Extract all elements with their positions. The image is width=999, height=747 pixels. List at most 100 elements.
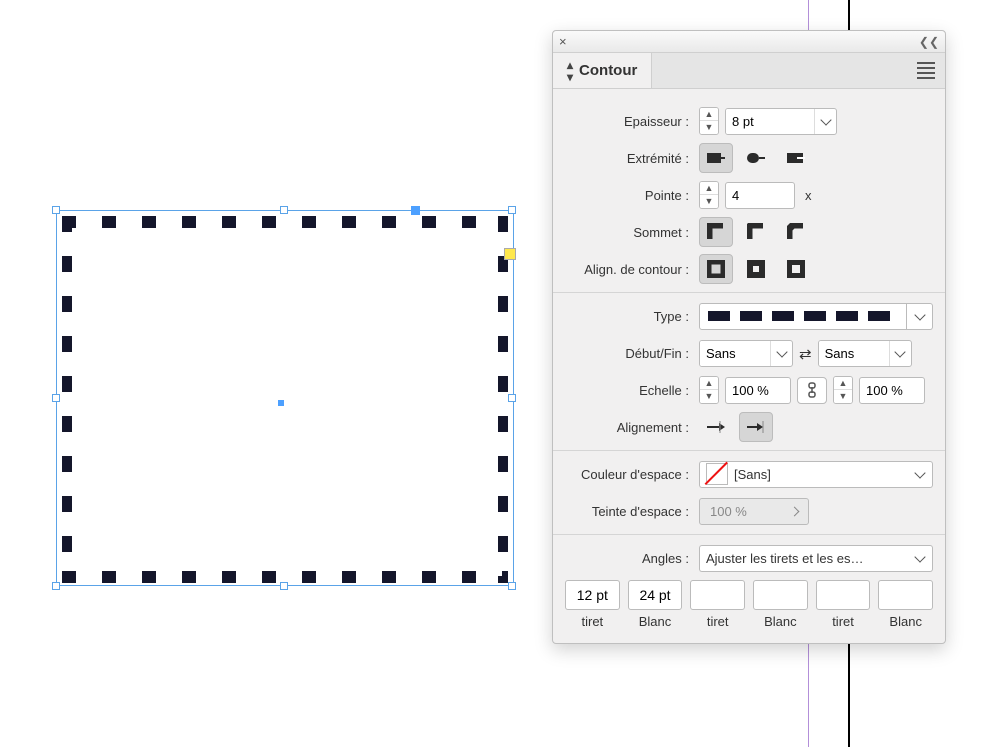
panel-titlebar[interactable]: × ❮❮ (553, 31, 945, 53)
join-bevel-button[interactable] (779, 217, 813, 247)
tab-label: Contour (579, 62, 637, 79)
row-gap-color: Couleur d'espace : [Sans] (565, 459, 933, 489)
row-type: Type : (565, 301, 933, 331)
join-round-button[interactable] (739, 217, 773, 247)
center-point[interactable] (278, 400, 284, 406)
dash-cell-5: Blanc (878, 580, 933, 629)
start-arrow-input[interactable] (700, 341, 770, 366)
scale-start-input[interactable] (725, 377, 791, 404)
cap-butt-button[interactable] (699, 143, 733, 173)
gap-color-value: [Sans] (734, 467, 771, 482)
dash-input-2[interactable] (690, 580, 745, 610)
miter-x: x (801, 188, 812, 203)
weight-dropdown[interactable] (814, 109, 836, 134)
row-join: Sommet : (565, 217, 933, 247)
row-weight: Epaisseur : ▲▼ (565, 106, 933, 136)
gap-color-label: Couleur d'espace : (565, 467, 699, 482)
start-end-label: Début/Fin : (565, 346, 699, 361)
dash-cell-2: tiret (690, 580, 745, 629)
expand-collapse-icon[interactable]: ▴▾ (567, 59, 573, 83)
gap-tint-label: Teinte d'espace : (565, 504, 699, 519)
dash-input-0[interactable] (565, 580, 620, 610)
link-scale-button[interactable] (797, 377, 827, 404)
arrow-align-tip-button[interactable] (739, 412, 773, 442)
weight-field[interactable] (725, 108, 837, 135)
row-gap-tint: Teinte d'espace : 100 % (565, 496, 933, 526)
end-arrow-dropdown[interactable] (889, 341, 911, 366)
weight-stepper[interactable]: ▲▼ (699, 107, 719, 135)
handle-bottom-left[interactable] (52, 582, 60, 590)
dash-label-3: Blanc (764, 614, 797, 629)
handle-middle-left[interactable] (52, 394, 60, 402)
stroke-align-label: Align. de contour : (565, 262, 699, 277)
miter-label: Pointe : (565, 188, 699, 203)
type-label: Type : (565, 309, 699, 324)
dash-label-2: tiret (707, 614, 729, 629)
dash-cell-0: tiret (565, 580, 620, 629)
corners-dropdown[interactable] (907, 545, 933, 572)
handle-top-left[interactable] (52, 206, 60, 214)
swap-arrows-icon[interactable]: ⇄ (799, 345, 812, 363)
tab-contour[interactable]: ▴▾ Contour (553, 53, 652, 88)
stroke-align-outside-button[interactable] (779, 254, 813, 284)
weight-input[interactable] (726, 109, 814, 134)
corners-field[interactable]: Ajuster les tirets et les es… (699, 545, 933, 572)
handle-middle-right[interactable] (508, 394, 516, 402)
row-cap: Extrémité : (565, 143, 933, 173)
scale-label: Echelle : (565, 383, 699, 398)
cap-label: Extrémité : (565, 151, 699, 166)
join-miter-button[interactable] (699, 217, 733, 247)
dash-label-0: tiret (582, 614, 604, 629)
arrow-align-extend-button[interactable] (699, 412, 733, 442)
scale-start-stepper[interactable]: ▲▼ (699, 376, 719, 404)
stroke-align-center-button[interactable] (699, 254, 733, 284)
weight-label: Epaisseur : (565, 114, 699, 129)
miter-input[interactable] (725, 182, 795, 209)
panel-menu-icon[interactable] (907, 53, 945, 88)
scale-end-input[interactable] (859, 377, 925, 404)
dashed-rectangle-object[interactable] (62, 216, 508, 581)
dash-pattern-inputs: tiret Blanc tiret Blanc tiret Blanc (565, 580, 933, 629)
start-arrow-dropdown[interactable] (770, 341, 792, 366)
collapse-icon[interactable]: ❮❮ (919, 35, 939, 49)
handle-bottom-middle[interactable] (280, 582, 288, 590)
handle-bottom-right[interactable] (508, 582, 516, 590)
dash-input-1[interactable] (628, 580, 683, 610)
dash-input-3[interactable] (753, 580, 808, 610)
scale-end-stepper[interactable]: ▲▼ (833, 376, 853, 404)
row-arrow-align: Alignement : (565, 412, 933, 442)
end-arrow-field[interactable] (818, 340, 912, 367)
none-swatch-icon (706, 463, 728, 485)
stroke-type-dropdown[interactable] (907, 303, 933, 330)
end-arrow-input[interactable] (819, 341, 889, 366)
handle-top-right[interactable] (508, 206, 516, 214)
cap-round-button[interactable] (739, 143, 773, 173)
anchor-point-yellow[interactable] (504, 248, 516, 260)
row-start-end: Début/Fin : ⇄ (565, 338, 933, 368)
gap-color-dropdown[interactable] (907, 461, 933, 488)
gap-color-field[interactable]: [Sans] (699, 461, 933, 488)
join-label: Sommet : (565, 225, 699, 240)
close-icon[interactable]: × (559, 34, 567, 49)
row-scale: Echelle : ▲▼ ▲▼ (565, 375, 933, 405)
corners-label: Angles : (565, 551, 699, 566)
dash-cell-4: tiret (816, 580, 871, 629)
gap-tint-value: 100 % (710, 504, 747, 519)
artboard[interactable] (0, 0, 540, 747)
dash-input-5[interactable] (878, 580, 933, 610)
row-miter: Pointe : ▲▼ x (565, 180, 933, 210)
dash-label-4: tiret (832, 614, 854, 629)
dash-input-4[interactable] (816, 580, 871, 610)
arrow-align-label: Alignement : (565, 420, 699, 435)
stroke-align-inside-button[interactable] (739, 254, 773, 284)
handle-top-middle[interactable] (280, 206, 288, 214)
cap-projecting-button[interactable] (779, 143, 813, 173)
panel-tabs: ▴▾ Contour (553, 53, 945, 89)
dash-label-1: Blanc (639, 614, 672, 629)
miter-stepper[interactable]: ▲▼ (699, 181, 719, 209)
anchor-point-blue[interactable] (411, 206, 420, 215)
start-arrow-field[interactable] (699, 340, 793, 367)
stroke-type-preview[interactable] (699, 303, 907, 330)
dash-cell-1: Blanc (628, 580, 683, 629)
row-corners: Angles : Ajuster les tirets et les es… (565, 543, 933, 573)
